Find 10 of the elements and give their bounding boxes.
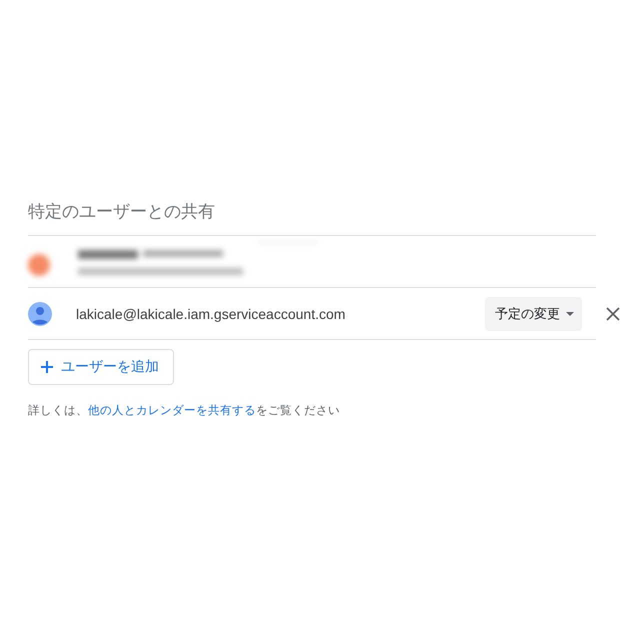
plus-icon bbox=[41, 361, 53, 373]
close-icon[interactable] bbox=[606, 306, 620, 320]
help-link[interactable]: 他の人とカレンダーを共有する bbox=[88, 405, 256, 417]
user-email: lakicale@lakicale.iam.gserviceaccount.com bbox=[76, 306, 346, 322]
avatar-icon bbox=[28, 302, 52, 326]
add-user-button[interactable]: ユーザーを追加 bbox=[28, 349, 174, 385]
caret-icon bbox=[566, 312, 574, 316]
permission-dropdown[interactable]: 予定の変更 bbox=[485, 296, 582, 330]
section-title: 特定のユーザーとの共有 bbox=[28, 201, 216, 223]
help-text: 詳しくは、他の人とカレンダーを共有する をご覧ください bbox=[28, 404, 341, 418]
